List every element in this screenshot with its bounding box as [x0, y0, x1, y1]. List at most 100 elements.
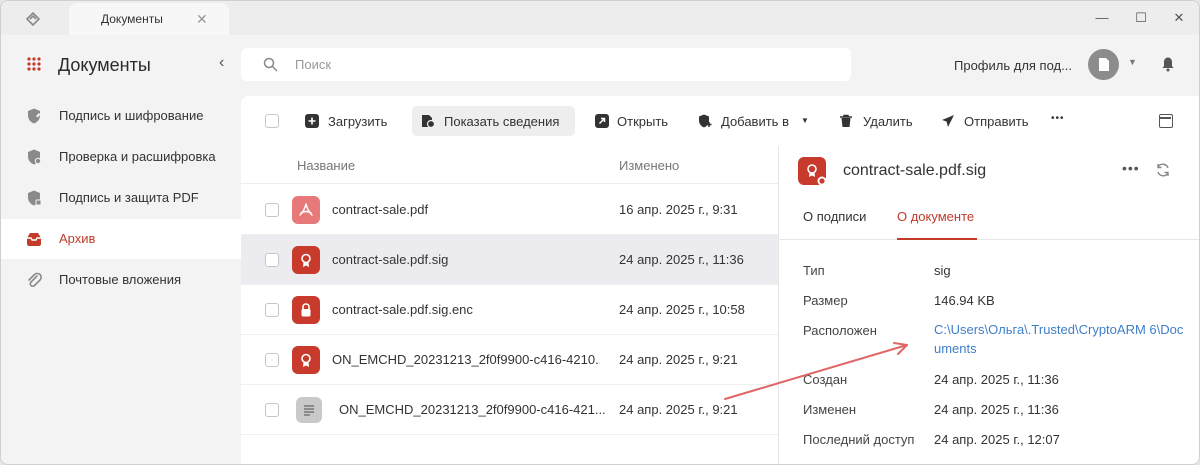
upload-button[interactable]: Загрузить	[299, 106, 394, 136]
refresh-icon[interactable]	[1155, 162, 1171, 178]
prop-location-link[interactable]: C:\Users\Ольга\.Trusted\CryptoARM 6\Docu…	[934, 320, 1184, 358]
file-modified: 16 апр. 2025 г., 9:31	[619, 202, 738, 217]
send-icon	[942, 115, 954, 127]
tab-close-icon[interactable]: ✕	[196, 11, 208, 28]
add-to-label: Добавить в	[721, 114, 789, 129]
prop-created-label: Создан	[803, 372, 848, 387]
show-details-button[interactable]: Показать сведения	[412, 106, 575, 136]
prop-modified-value: 24 апр. 2025 г., 11:36	[934, 402, 1059, 417]
table-row[interactable]: ON_EMCHD_20231213_2f0f9900-c416-421... 2…	[241, 385, 778, 435]
app-logo-icon	[25, 11, 41, 27]
file-name: ON_EMCHD_20231213_2f0f9900-c416-4210...	[332, 352, 600, 367]
sidebar: Документы ‹ Подпись и шифрование Проверк…	[1, 35, 241, 464]
open-label: Открыть	[617, 114, 669, 129]
file-modified: 24 апр. 2025 г., 9:21	[619, 352, 738, 367]
pdf-file-icon	[292, 196, 320, 224]
row-checkbox[interactable]	[265, 203, 279, 217]
archive-icon	[27, 233, 41, 246]
sidebar-item-label: Подпись и защита PDF	[59, 190, 199, 205]
apps-grid-icon[interactable]	[27, 57, 41, 71]
table-row[interactable]: contract-sale.pdf 16 апр. 2025 г., 9:31	[241, 185, 778, 235]
send-label: Отправить	[964, 114, 1029, 129]
prop-created-value: 24 апр. 2025 г., 11:36	[934, 372, 1059, 387]
panel-toggle-icon[interactable]	[1159, 114, 1173, 128]
sidebar-item-verify-decrypt[interactable]: Проверка и расшифровка	[1, 137, 241, 177]
details-panel: contract-sale.pdf.sig ••• О подписи О до…	[778, 146, 1199, 464]
shield-check-icon	[28, 149, 42, 165]
column-header-name[interactable]: Название	[297, 158, 355, 173]
sidebar-item-sign-encrypt[interactable]: Подпись и шифрование	[1, 96, 241, 136]
upload-label: Загрузить	[328, 114, 388, 129]
minimize-button[interactable]: —	[1091, 7, 1113, 29]
bell-icon[interactable]	[1160, 56, 1176, 72]
prop-size-label: Размер	[803, 293, 848, 308]
add-to-button[interactable]: Добавить в ▼	[690, 106, 816, 136]
file-modified: 24 апр. 2025 г., 10:58	[619, 302, 745, 317]
more-icon: •••	[1051, 113, 1065, 124]
delete-button[interactable]: Удалить	[831, 106, 915, 136]
more-actions-button[interactable]: •••	[1047, 106, 1073, 136]
document-icon	[1099, 58, 1109, 71]
send-button[interactable]: Отправить	[933, 106, 1033, 136]
file-modified: 24 апр. 2025 г., 11:36	[619, 252, 744, 267]
add-to-shield-icon	[699, 114, 712, 128]
column-header-modified[interactable]: Изменено	[619, 158, 679, 173]
search-placeholder: Поиск	[295, 57, 332, 72]
search-icon	[263, 57, 278, 72]
encrypted-file-icon	[292, 296, 320, 324]
sidebar-title: Документы	[58, 55, 151, 75]
maximize-button[interactable]: ☐	[1130, 7, 1152, 29]
open-external-icon	[595, 114, 609, 128]
shield-pdf-icon	[28, 190, 42, 206]
details-title: contract-sale.pdf.sig	[843, 162, 987, 179]
document-info-icon	[422, 115, 435, 128]
tab-documents[interactable]: Документы ✕	[69, 3, 229, 35]
collapse-sidebar-icon[interactable]: ‹	[219, 54, 224, 72]
file-name: ON_EMCHD_20231213_2f0f9900-c416-421...	[339, 402, 606, 417]
signature-file-icon	[798, 157, 827, 186]
row-checkbox[interactable]	[265, 353, 279, 367]
shield-pen-icon	[28, 108, 41, 124]
row-checkbox[interactable]	[265, 253, 279, 267]
prop-type-value: sig	[934, 263, 951, 278]
sidebar-item-sign-pdf[interactable]: Подпись и защита PDF	[1, 178, 241, 218]
file-name: contract-sale.pdf.sig.enc	[332, 302, 473, 317]
details-more-icon[interactable]: •••	[1122, 160, 1140, 176]
tab-signature-info[interactable]: О подписи	[803, 209, 866, 224]
row-checkbox[interactable]	[265, 303, 279, 317]
text-file-icon	[296, 397, 322, 423]
file-list-header: Название Изменено	[241, 146, 778, 184]
signature-file-icon	[292, 246, 320, 274]
tab-document-info[interactable]: О документе	[897, 209, 974, 224]
file-name: contract-sale.pdf	[332, 202, 429, 217]
active-tab-indicator	[897, 238, 977, 240]
open-button[interactable]: Открыть	[589, 106, 675, 136]
sidebar-item-label: Архив	[59, 231, 96, 246]
sidebar-item-label: Подпись и шифрование	[59, 108, 204, 123]
table-row[interactable]: contract-sale.pdf.sig.enc 24 апр. 2025 г…	[241, 285, 778, 335]
prop-last-access-label: Последний доступ	[803, 432, 915, 447]
close-window-button[interactable]: ✕	[1168, 7, 1190, 29]
prop-type-label: Тип	[803, 263, 825, 278]
select-all-checkbox[interactable]	[265, 114, 279, 128]
table-row[interactable]: ON_EMCHD_20231213_2f0f9900-c416-4210... …	[241, 335, 778, 385]
details-tabs: О подписи О документе	[779, 194, 1199, 240]
prop-size-value: 146.94 KB	[934, 293, 995, 308]
add-to-dropdown-icon: ▼	[801, 116, 809, 125]
file-modified: 24 апр. 2025 г., 9:21	[619, 402, 738, 417]
row-checkbox[interactable]	[265, 403, 279, 417]
avatar[interactable]	[1088, 49, 1119, 80]
app-window: Документы ✕ — ☐ ✕ Документы ‹ Подпись и …	[0, 0, 1200, 465]
title-bar: Документы ✕ — ☐ ✕	[1, 1, 1199, 35]
prop-last-access-value: 24 апр. 2025 г., 12:07	[934, 432, 1060, 447]
table-row[interactable]: contract-sale.pdf.sig 24 апр. 2025 г., 1…	[241, 235, 778, 285]
sidebar-item-mail-attachments[interactable]: Почтовые вложения	[1, 260, 241, 300]
tab-label: Документы	[101, 12, 163, 26]
prop-modified-label: Изменен	[803, 402, 857, 417]
file-name: contract-sale.pdf.sig	[332, 252, 449, 267]
profile-name[interactable]: Профиль для под...	[954, 58, 1072, 73]
signature-file-icon	[292, 346, 320, 374]
sidebar-item-archive[interactable]: Архив	[1, 219, 241, 259]
search-input[interactable]: Поиск	[241, 48, 851, 81]
profile-dropdown-icon[interactable]: ▼	[1128, 57, 1137, 67]
